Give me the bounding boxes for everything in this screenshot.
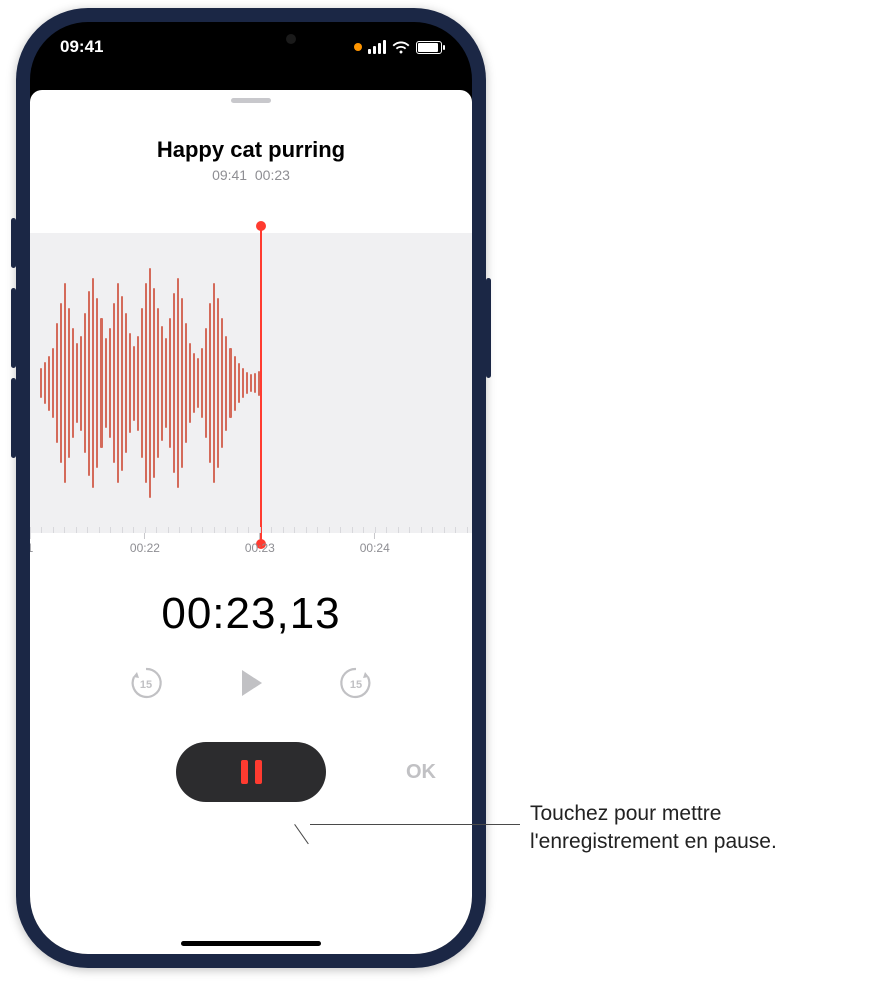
notch <box>166 22 336 56</box>
volume-down-button <box>11 378 16 458</box>
waveform-area[interactable]: 100:2200:2300:240 <box>30 233 472 563</box>
skip-forward-button: 15 <box>338 665 374 706</box>
status-time: 09:41 <box>60 37 103 57</box>
svg-text:15: 15 <box>140 679 152 691</box>
callout-text: Touchez pour mettre l'enregistrement en … <box>530 800 860 857</box>
sheet-grabber[interactable] <box>231 98 271 103</box>
recording-indicator-icon <box>354 43 362 51</box>
recording-title[interactable]: Happy cat purring <box>30 137 472 163</box>
skip-back-button: 15 <box>128 665 164 706</box>
pause-recording-button[interactable] <box>176 742 326 802</box>
recording-metadata: 09:41 00:23 <box>30 167 472 183</box>
svg-text:15: 15 <box>350 679 362 691</box>
cellular-icon <box>368 40 386 54</box>
done-button: OK <box>406 761 436 784</box>
wifi-icon <box>392 41 410 54</box>
callout-leader <box>310 824 520 825</box>
playhead[interactable] <box>260 225 262 545</box>
pause-icon <box>241 760 248 784</box>
screen: 09:41 Happy cat purring 09:41 00:23 <box>30 22 472 954</box>
power-button <box>486 278 491 378</box>
transport-controls: 15 15 <box>30 665 472 706</box>
home-indicator[interactable] <box>181 941 321 946</box>
volume-up-button <box>11 288 16 368</box>
elapsed-time: 00:23,13 <box>30 589 472 639</box>
play-button <box>234 666 268 705</box>
mute-switch <box>11 218 16 268</box>
timeline-ticks: 100:2200:2300:240 <box>30 533 472 563</box>
waveform <box>30 233 260 533</box>
battery-icon <box>416 41 442 54</box>
